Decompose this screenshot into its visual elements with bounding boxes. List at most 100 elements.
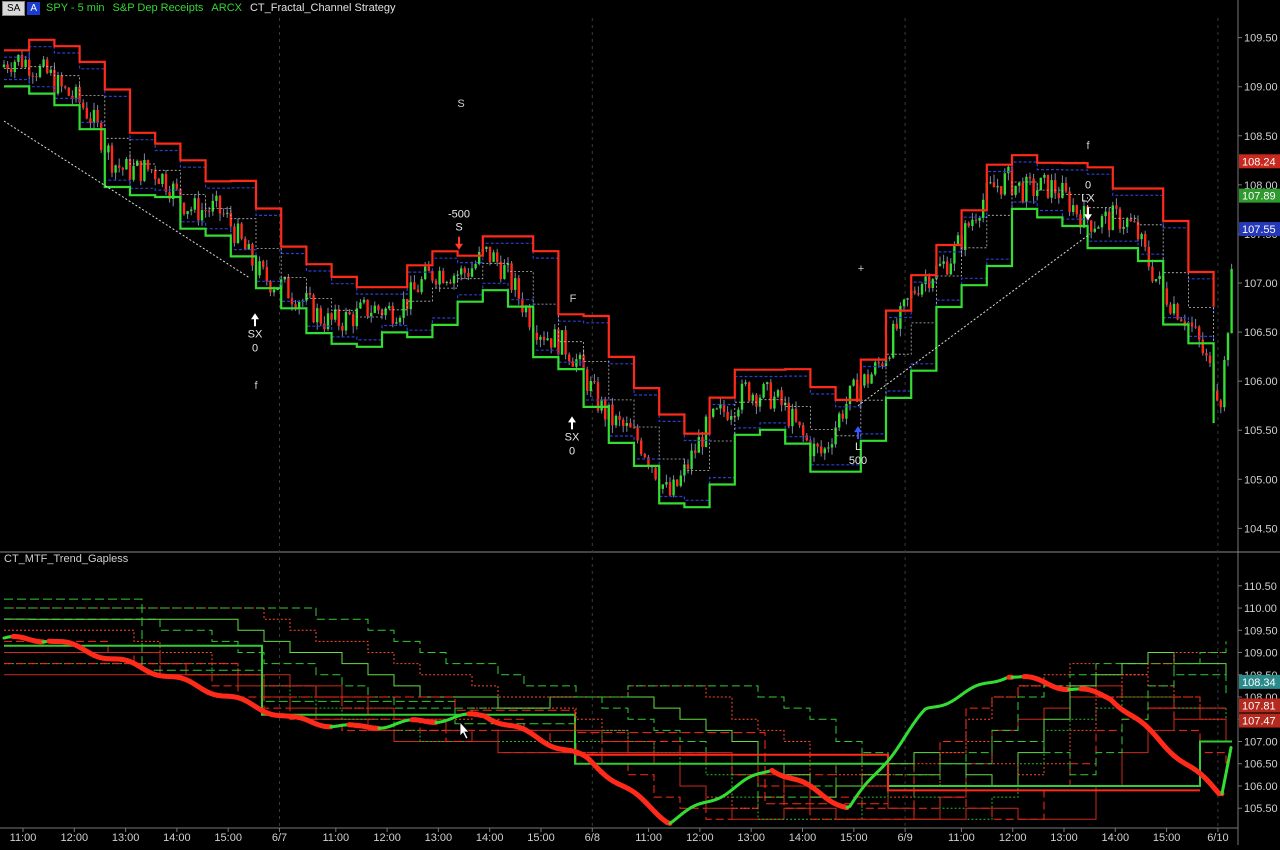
candle-body bbox=[410, 282, 412, 309]
candle-body bbox=[579, 355, 581, 359]
candle-body bbox=[1191, 322, 1193, 326]
price-tag: 107.55 bbox=[1242, 224, 1276, 236]
candle-body bbox=[1220, 401, 1222, 408]
candle-body bbox=[780, 390, 782, 405]
candle-body bbox=[1126, 219, 1128, 227]
candle-body bbox=[827, 447, 829, 448]
candle-body bbox=[1032, 179, 1034, 196]
candle-body bbox=[1119, 209, 1121, 229]
candle-body bbox=[1158, 276, 1160, 279]
candle-body bbox=[1083, 206, 1085, 228]
candle-body bbox=[1029, 177, 1031, 179]
time-axis-label: 14:00 bbox=[163, 832, 191, 844]
workspace-button[interactable]: SA bbox=[2, 1, 25, 16]
trade-qty: -500 bbox=[448, 209, 470, 221]
price-axis-label: 107.00 bbox=[1244, 278, 1278, 290]
candle-body bbox=[417, 289, 419, 292]
candle-body bbox=[813, 444, 815, 456]
candle-body bbox=[950, 264, 952, 275]
candle-body bbox=[622, 420, 624, 426]
candle-body bbox=[359, 302, 361, 308]
candle-body bbox=[1166, 288, 1168, 304]
candle-body bbox=[240, 224, 242, 239]
candle-body bbox=[662, 485, 664, 489]
indicator-axis-label: 109.50 bbox=[1244, 625, 1278, 637]
candle-body bbox=[852, 380, 854, 386]
candle-body bbox=[942, 261, 944, 263]
candle-body bbox=[309, 293, 311, 295]
candle-body bbox=[636, 428, 638, 441]
candle-body bbox=[424, 267, 426, 279]
time-axis-label: 6/7 bbox=[272, 832, 287, 844]
price-chart[interactable]: 11:0012:0013:0014:0015:006/711:0012:0013… bbox=[0, 0, 1280, 845]
strategy-label: CT_Fractal_Channel Strategy bbox=[250, 2, 396, 14]
time-axis-label: 15:00 bbox=[214, 832, 242, 844]
price-axis-label: 105.00 bbox=[1244, 474, 1278, 486]
candle-body bbox=[129, 159, 131, 180]
candle-body bbox=[194, 198, 196, 209]
indicator-trend-segment bbox=[1228, 748, 1231, 764]
candle-body bbox=[1169, 305, 1171, 314]
price-axis-label: 105.50 bbox=[1244, 425, 1278, 437]
candle-body bbox=[287, 277, 289, 298]
candle-body bbox=[244, 239, 246, 250]
candle-body bbox=[640, 441, 642, 455]
candle-body bbox=[795, 409, 797, 422]
candle-body bbox=[212, 201, 214, 212]
candle-body bbox=[946, 261, 948, 274]
candle-body bbox=[438, 271, 440, 285]
candle-body bbox=[75, 87, 77, 99]
candle-body bbox=[341, 326, 343, 331]
candle-body bbox=[10, 69, 12, 72]
candle-body bbox=[1090, 220, 1092, 231]
indicator-trend-segment bbox=[1225, 763, 1228, 778]
candle-body bbox=[665, 482, 667, 484]
price-axis-label: 109.00 bbox=[1244, 82, 1278, 94]
candle-body bbox=[186, 211, 188, 214]
candle-body bbox=[456, 275, 458, 276]
link-button[interactable]: A bbox=[27, 2, 40, 15]
candle-body bbox=[136, 161, 138, 166]
candle-body bbox=[1130, 219, 1132, 221]
candle-body bbox=[870, 374, 872, 383]
candle-body bbox=[744, 382, 746, 383]
candle-body bbox=[690, 451, 692, 470]
chart-annotation: F bbox=[570, 293, 577, 305]
candle-body bbox=[114, 165, 116, 172]
candle-body bbox=[330, 313, 332, 319]
candle-body bbox=[60, 75, 62, 86]
candle-body bbox=[564, 330, 566, 354]
candle-body bbox=[536, 333, 538, 340]
candle-body bbox=[806, 435, 808, 440]
indicator-axis-label: 105.50 bbox=[1244, 803, 1278, 815]
candle-body bbox=[932, 279, 934, 288]
candle-body bbox=[111, 145, 113, 172]
candle-body bbox=[820, 447, 822, 454]
candle-body bbox=[903, 300, 905, 306]
candle-body bbox=[906, 298, 908, 299]
candle-body bbox=[1097, 227, 1099, 228]
time-axis-label: 12:00 bbox=[999, 832, 1027, 844]
candle-body bbox=[320, 308, 322, 323]
exchange-label: ARCX bbox=[211, 2, 242, 14]
candle-body bbox=[791, 409, 793, 426]
trade-arrow-up-icon bbox=[251, 313, 259, 326]
candle-body bbox=[554, 329, 556, 347]
candle-body bbox=[251, 244, 253, 266]
indicator-step-line bbox=[4, 608, 1226, 775]
candle-body bbox=[777, 390, 779, 396]
candle-body bbox=[352, 314, 354, 326]
time-axis-label: 6/8 bbox=[585, 832, 600, 844]
candle-body bbox=[453, 276, 455, 284]
candle-body bbox=[219, 196, 221, 214]
candle-body bbox=[14, 62, 16, 72]
candle-body bbox=[842, 414, 844, 419]
indicator-title: CT_MTF_Trend_Gapless bbox=[4, 553, 128, 565]
time-axis-label: 11:00 bbox=[948, 832, 975, 844]
candle-body bbox=[1223, 360, 1225, 407]
candle-body bbox=[158, 179, 160, 184]
candle-body bbox=[654, 468, 656, 480]
candle-body bbox=[57, 75, 59, 93]
candle-body bbox=[1202, 340, 1204, 353]
candle-body bbox=[1194, 327, 1196, 328]
